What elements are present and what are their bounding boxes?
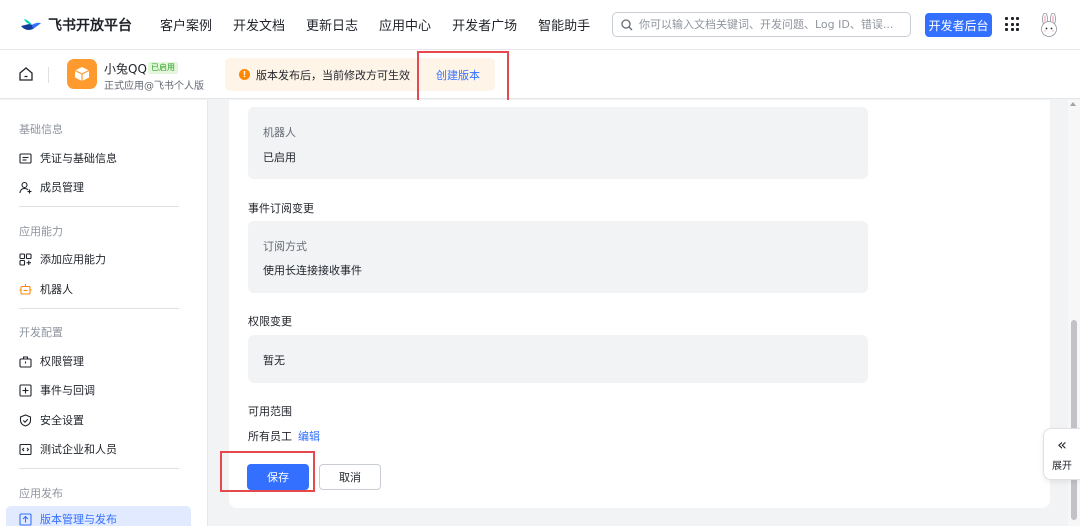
robot-icon — [19, 283, 32, 295]
briefcase-icon — [19, 355, 32, 368]
nav-changelog[interactable]: 更新日志 — [306, 15, 358, 34]
nav-dev-square[interactable]: 开发者广场 — [452, 15, 517, 34]
sidebar-item-permissions[interactable]: 权限管理 — [19, 353, 84, 369]
nav-app-center[interactable]: 应用中心 — [379, 15, 431, 34]
top-navbar: 飞书开放平台 客户案例 开发文档 更新日志 应用中心 开发者广场 智能助手 开发… — [0, 0, 1080, 50]
sidebar-section-title: 应用发布 — [19, 487, 63, 500]
home-icon[interactable] — [18, 66, 34, 82]
scope-row: 所有员工 编辑 — [248, 428, 320, 444]
section-title: 事件订阅变更 — [248, 202, 314, 215]
field-label: 机器人 — [263, 126, 296, 139]
sidebar-item-members[interactable]: 成员管理 — [19, 179, 84, 195]
sidebar-item-label: 事件与回调 — [40, 384, 95, 397]
sidebar-item-credentials[interactable]: 凭证与基础信息 — [19, 150, 117, 166]
logo-text: 飞书开放平台 — [48, 17, 132, 34]
divider — [48, 67, 49, 83]
app-header-bar: 小兔QQ 已启用 正式应用@飞书个人版 ! 版本发布后，当前修改方可生效 创建版… — [0, 50, 1080, 99]
sidebar-item-version-release[interactable]: 版本管理与发布 — [6, 506, 191, 526]
sidebar-item-test-enterprise[interactable]: 测试企业和人员 — [19, 441, 117, 457]
box-icon — [74, 67, 90, 81]
user-add-icon — [19, 181, 32, 193]
app-subtitle: 正式应用@飞书个人版 — [104, 81, 204, 92]
notice-text: 版本发布后，当前修改方可生效 — [256, 69, 410, 82]
section-title: 可用范围 — [248, 405, 292, 418]
sidebar-item-label: 版本管理与发布 — [40, 513, 117, 526]
app-name: 小兔QQ — [104, 62, 147, 76]
sidebar-item-events[interactable]: 事件与回调 — [19, 382, 95, 398]
warning-icon: ! — [239, 69, 250, 80]
id-card-icon — [19, 152, 32, 164]
double-chevron-left-icon: « — [1057, 434, 1067, 454]
nav-customer-cases[interactable]: 客户案例 — [160, 15, 212, 34]
sidebar-item-label: 安全设置 — [40, 414, 84, 427]
permission-field-box: 暂无 — [248, 335, 868, 383]
bot-field-box: 机器人 已启用 — [248, 107, 868, 179]
divider — [19, 308, 179, 309]
scroll-up-arrow-icon[interactable] — [1070, 102, 1076, 106]
sidebar-item-label: 机器人 — [40, 283, 73, 296]
sidebar-section-title: 开发配置 — [19, 326, 63, 339]
search-input[interactable] — [639, 18, 894, 31]
upload-icon — [19, 512, 32, 526]
section-title: 权限变更 — [248, 315, 292, 328]
user-avatar[interactable] — [1038, 13, 1060, 37]
sidebar-section-title: 基础信息 — [19, 123, 63, 136]
divider — [19, 468, 179, 469]
sidebar-item-label: 添加应用能力 — [40, 253, 106, 266]
field-label: 订阅方式 — [263, 240, 307, 253]
expand-label: 展开 — [1052, 460, 1072, 472]
search-icon — [621, 18, 633, 30]
highlight-box-create-version — [417, 51, 509, 107]
app-icon — [67, 59, 97, 89]
code-box-icon — [19, 443, 32, 455]
field-value: 使用长连接接收事件 — [263, 264, 362, 277]
scope-value: 所有员工 — [248, 430, 292, 443]
dev-console-button[interactable]: 开发者后台 — [925, 13, 992, 37]
sidebar: 基础信息 凭证与基础信息 成员管理 应用能力 添加应用能力 机器人 开发配置 权… — [0, 100, 208, 526]
sidebar-section-title: 应用能力 — [19, 225, 63, 238]
status-badge: 已启用 — [148, 62, 178, 74]
sidebar-item-add-capability[interactable]: 添加应用能力 — [19, 251, 106, 267]
cancel-button[interactable]: 取消 — [319, 464, 381, 490]
sidebar-item-label: 成员管理 — [40, 181, 84, 194]
sidebar-item-bot[interactable]: 机器人 — [19, 281, 73, 297]
sidebar-item-label: 凭证与基础信息 — [40, 152, 117, 165]
scroll-thumb[interactable] — [1071, 320, 1077, 520]
feishu-bird-icon — [21, 18, 41, 30]
sidebar-item-label: 测试企业和人员 — [40, 443, 117, 456]
divider — [19, 206, 179, 207]
nav-dev-docs[interactable]: 开发文档 — [233, 15, 285, 34]
add-grid-icon — [19, 252, 32, 266]
apps-grid-icon[interactable] — [1005, 17, 1019, 31]
expand-panel-button[interactable]: « 展开 — [1043, 428, 1080, 480]
nav-ai-assistant[interactable]: 智能助手 — [538, 15, 590, 34]
sidebar-item-security[interactable]: 安全设置 — [19, 412, 84, 428]
version-detail-panel: 机器人 已启用 事件订阅变更 订阅方式 使用长连接接收事件 权限变更 暂无 可用… — [229, 100, 1050, 508]
field-value: 暂无 — [263, 354, 285, 367]
event-field-box: 订阅方式 使用长连接接收事件 — [248, 221, 868, 293]
shield-icon — [19, 413, 32, 427]
search-box[interactable] — [612, 12, 911, 37]
sidebar-item-label: 权限管理 — [40, 355, 84, 368]
highlight-box-save — [220, 451, 315, 492]
feishu-logo[interactable]: 飞书开放平台 — [20, 15, 160, 35]
event-callback-icon — [19, 383, 32, 397]
field-value: 已启用 — [263, 151, 296, 164]
edit-scope-link[interactable]: 编辑 — [298, 430, 320, 443]
main-nav: 客户案例 开发文档 更新日志 应用中心 开发者广场 智能助手 — [160, 15, 611, 34]
